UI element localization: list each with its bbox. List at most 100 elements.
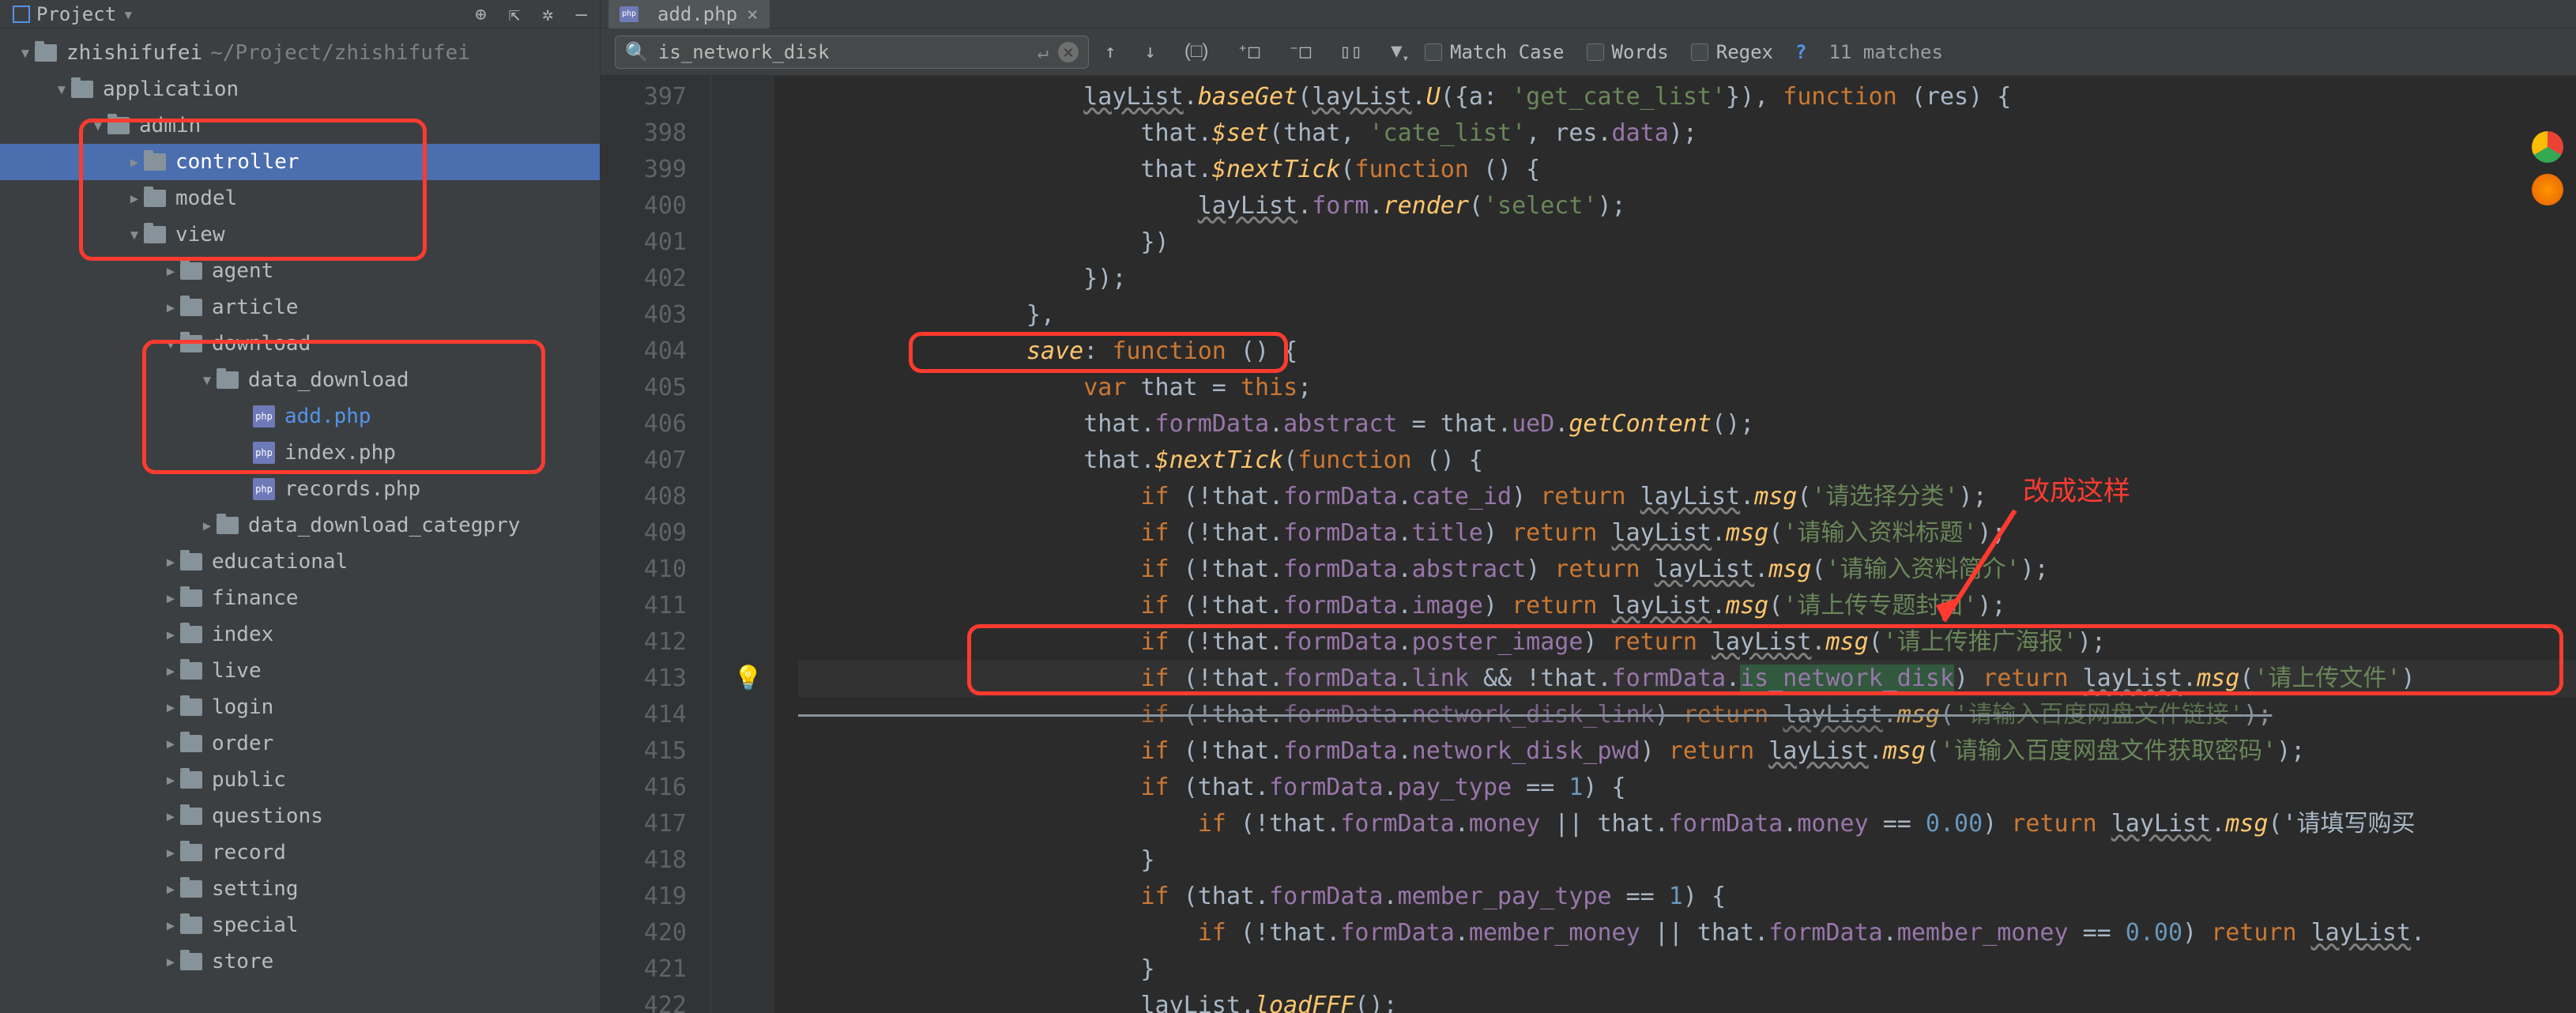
- folder-icon: [180, 953, 202, 970]
- newline-icon[interactable]: ↵: [1038, 41, 1049, 63]
- add-selection-icon[interactable]: ⁺□: [1237, 40, 1260, 62]
- php-icon: php: [253, 478, 275, 500]
- close-icon[interactable]: ×: [747, 3, 758, 25]
- tree-item-controller[interactable]: ▸controller: [0, 144, 600, 180]
- code-lines[interactable]: layList.baseGet(layList.U({a: 'get_cate_…: [774, 76, 2576, 1013]
- code-line-399[interactable]: that.$nextTick(function () {: [798, 152, 2576, 188]
- code-line-421[interactable]: }: [798, 951, 2576, 988]
- code-line-416[interactable]: if (that.formData.pay_type == 1) {: [798, 770, 2576, 806]
- tab-add-php[interactable]: php add.php ×: [608, 0, 770, 28]
- tree-item-article[interactable]: ▸article: [0, 289, 600, 326]
- code-line-397[interactable]: layList.baseGet(layList.U({a: 'get_cate_…: [798, 79, 2576, 115]
- project-title[interactable]: Project: [36, 3, 116, 25]
- code-line-410[interactable]: if (!that.formData.abstract) return layL…: [798, 552, 2576, 588]
- tree-item-setting[interactable]: ▸setting: [0, 871, 600, 907]
- prev-match-icon[interactable]: ↑: [1105, 40, 1116, 62]
- folder-icon: [180, 335, 202, 352]
- code-line-402[interactable]: });: [798, 261, 2576, 297]
- hide-icon[interactable]: —: [576, 3, 587, 25]
- code-line-411[interactable]: if (!that.formData.image) return layList…: [798, 588, 2576, 624]
- tree-item-view[interactable]: ▾view: [0, 217, 600, 253]
- find-input[interactable]: [658, 41, 1028, 63]
- code-line-420[interactable]: if (!that.formData.member_money || that.…: [798, 915, 2576, 951]
- dropdown-icon[interactable]: ▾: [122, 3, 134, 25]
- tree-item-questions[interactable]: ▸questions: [0, 798, 600, 834]
- tree-item-live[interactable]: ▸live: [0, 653, 600, 689]
- code-line-403[interactable]: },: [798, 297, 2576, 333]
- match-case-check[interactable]: Match Case: [1425, 41, 1565, 63]
- folder-icon: [180, 299, 202, 316]
- tree-item-special[interactable]: ▸special: [0, 907, 600, 943]
- find-input-box[interactable]: 🔍 ↵ ×: [615, 36, 1089, 69]
- browser-icons: [2532, 131, 2563, 205]
- code-line-414[interactable]: if (!that.formData.network_disk_link) re…: [798, 697, 2576, 733]
- code-line-412[interactable]: if (!that.formData.poster_image) return …: [798, 624, 2576, 661]
- tree-item-index[interactable]: ▸index: [0, 616, 600, 653]
- folder-icon: [180, 662, 202, 680]
- firefox-icon[interactable]: [2532, 174, 2563, 205]
- tree-item-index-php[interactable]: phpindex.php: [0, 435, 600, 471]
- tree-item-agent[interactable]: ▸agent: [0, 253, 600, 289]
- code-line-409[interactable]: if (!that.formData.title) return layList…: [798, 515, 2576, 552]
- gutter[interactable]: 3973983994004014024034044054064074084094…: [601, 76, 711, 1013]
- folder-icon: [180, 735, 202, 752]
- tree-item-admin[interactable]: ▾admin: [0, 107, 600, 144]
- tree-item-educational[interactable]: ▸educational: [0, 544, 600, 580]
- tree-item-public[interactable]: ▸public: [0, 762, 600, 798]
- gear-icon[interactable]: ✲: [542, 3, 553, 25]
- tree-item-data_download_categpry[interactable]: ▸data_download_categpry: [0, 507, 600, 544]
- tree-item-application[interactable]: ▾application: [0, 71, 600, 107]
- help-icon[interactable]: ?: [1795, 41, 1806, 63]
- select-occurrences-icon[interactable]: ▯▯: [1339, 40, 1362, 62]
- project-tool-window-header: Project ▾ ⊕ ⇱ ✲ —: [0, 0, 601, 28]
- tree-item-store[interactable]: ▸store: [0, 943, 600, 980]
- code-line-415[interactable]: if (!that.formData.network_disk_pwd) ret…: [798, 733, 2576, 770]
- tree-item-finance[interactable]: ▸finance: [0, 580, 600, 616]
- code-line-407[interactable]: that.$nextTick(function () {: [798, 442, 2576, 479]
- folder-icon: [180, 626, 202, 643]
- code-line-417[interactable]: if (!that.formData.money || that.formDat…: [798, 806, 2576, 842]
- php-icon: php: [253, 442, 275, 464]
- code-line-405[interactable]: var that = this;: [798, 370, 2576, 406]
- tree-root: zhishifufei: [66, 41, 202, 65]
- collapse-icon[interactable]: ⇱: [509, 3, 520, 25]
- target-icon[interactable]: ⊕: [475, 3, 486, 25]
- words-check[interactable]: Words: [1587, 41, 1669, 63]
- intention-bulb-icon[interactable]: 💡: [733, 661, 763, 697]
- tree-item-order[interactable]: ▸order: [0, 725, 600, 762]
- tree-item-login[interactable]: ▸login: [0, 689, 600, 725]
- folder-icon: [107, 117, 130, 134]
- regex-check[interactable]: Regex: [1691, 41, 1773, 63]
- remove-selection-icon[interactable]: ⁻□: [1288, 40, 1311, 62]
- tree-item-download[interactable]: ▾download: [0, 326, 600, 362]
- code-line-422[interactable]: layList.loadFFF();: [798, 988, 2576, 1013]
- tree-root-row[interactable]: ▾zhishifufei~/Project/zhishifufei: [0, 35, 600, 71]
- find-bar: 🔍 ↵ × ↑ ↓ (□) ⁺□ ⁻□ ▯▯ ▼▾ Match Case Wor…: [601, 28, 2576, 76]
- tree-item-records-php[interactable]: phprecords.php: [0, 471, 600, 507]
- select-all-icon[interactable]: (□): [1184, 40, 1208, 62]
- code-line-401[interactable]: }): [798, 224, 2576, 261]
- tree-item-record[interactable]: ▸record: [0, 834, 600, 871]
- folder-icon: [180, 844, 202, 861]
- gutter-marks: 💡: [711, 76, 774, 1013]
- tree-item-data_download[interactable]: ▾data_download: [0, 362, 600, 398]
- tree-item-model[interactable]: ▸model: [0, 180, 600, 217]
- code-line-398[interactable]: that.$set(that, 'cate_list', res.data);: [798, 115, 2576, 152]
- code-line-400[interactable]: layList.form.render('select');: [798, 188, 2576, 224]
- next-match-icon[interactable]: ↓: [1144, 40, 1155, 62]
- folder-icon: [217, 517, 239, 534]
- clear-icon[interactable]: ×: [1058, 42, 1079, 62]
- code-line-404[interactable]: save: function () {: [798, 333, 2576, 370]
- editor: 🔍 ↵ × ↑ ↓ (□) ⁺□ ⁻□ ▯▯ ▼▾ Match Case Wor…: [601, 28, 2576, 1013]
- editor-tabs: php add.php ×: [601, 0, 2576, 28]
- tree-item-add-php[interactable]: phpadd.php: [0, 398, 600, 435]
- project-tree[interactable]: ▾zhishifufei~/Project/zhishifufei▾applic…: [0, 28, 601, 1013]
- code-line-408[interactable]: if (!that.formData.cate_id) return layLi…: [798, 479, 2576, 515]
- code-area[interactable]: 3973983994004014024034044054064074084094…: [601, 76, 2576, 1013]
- code-line-413[interactable]: if (!that.formData.link && !that.formDat…: [798, 661, 2576, 697]
- code-line-406[interactable]: that.formData.abstract = that.ueD.getCon…: [798, 406, 2576, 442]
- chrome-icon[interactable]: [2532, 131, 2563, 163]
- filter-icon[interactable]: ▼▾: [1391, 40, 1409, 65]
- code-line-418[interactable]: }: [798, 842, 2576, 879]
- code-line-419[interactable]: if (that.formData.member_pay_type == 1) …: [798, 879, 2576, 915]
